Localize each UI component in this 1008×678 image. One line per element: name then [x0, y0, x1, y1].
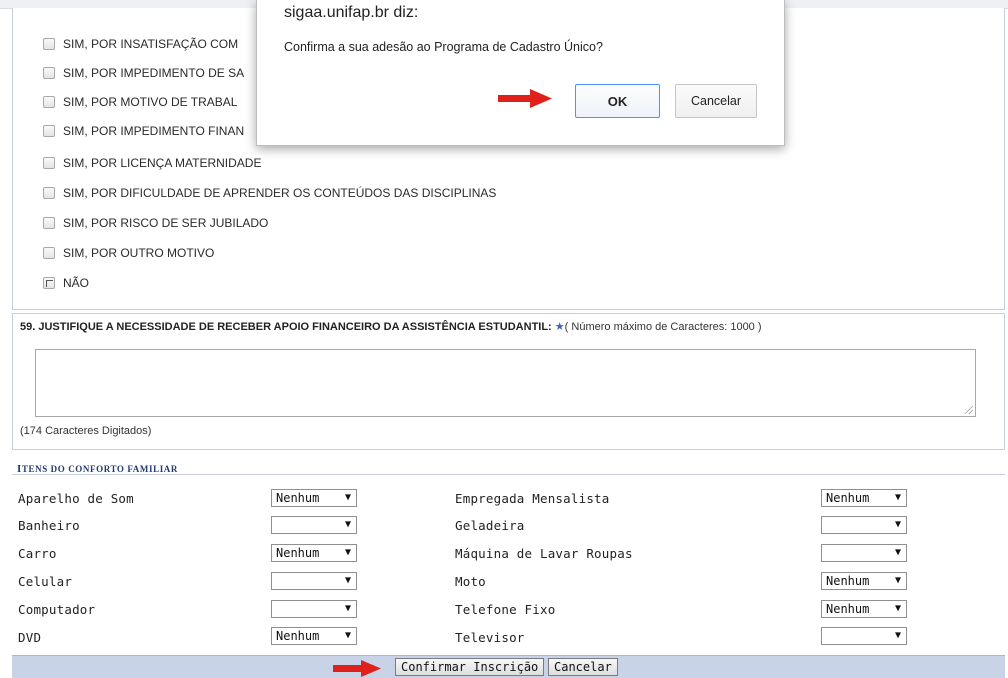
option-label: SIM, POR LICENÇA MATERNIDADE — [63, 156, 262, 170]
option-label: NÃO — [63, 276, 90, 290]
option-dificuldade-aprender[interactable]: SIM, POR DIFICULDADE DE APRENDER OS CONT… — [43, 184, 496, 202]
option-licenca-maternidade[interactable]: SIM, POR LICENÇA MATERNIDADE — [43, 154, 261, 172]
option-impedimento-financeiro[interactable]: SIM, POR IMPEDIMENTO FINAN — [43, 122, 244, 140]
dropdown-arrow-icon: ▼ — [344, 575, 351, 586]
dropdown-arrow-icon: ▼ — [894, 630, 901, 641]
character-count: (174 Caracteres Digitados) — [20, 425, 152, 437]
option-impedimento-saude[interactable]: SIM, POR IMPEDIMENTO DE SA — [43, 64, 244, 82]
item-label: Moto — [455, 574, 486, 589]
section-title-rest: TENS DO CONFORTO FAMILIAR — [21, 464, 179, 474]
confirm-dialog: sigaa.unifap.br diz: Confirma a sua ades… — [256, 0, 785, 146]
checkbox[interactable] — [43, 125, 55, 137]
question-59-text: 59. JUSTIFIQUE A NECESSIDADE DE RECEBER … — [20, 321, 552, 333]
item-label: Máquina de Lavar Roupas — [455, 546, 633, 561]
item-label: Celular — [18, 574, 73, 589]
option-label: SIM, POR IMPEDIMENTO FINAN — [63, 124, 245, 138]
item-label: Geladeira — [455, 518, 525, 533]
item-label: Telefone Fixo — [455, 602, 556, 617]
checkbox[interactable] — [43, 157, 55, 169]
checkbox[interactable] — [43, 67, 55, 79]
confirm-inscription-button[interactable]: Confirmar Inscrição — [395, 658, 545, 676]
select-moto[interactable]: Nenhum ▼ — [821, 572, 907, 590]
dropdown-arrow-icon: ▼ — [344, 603, 351, 614]
option-label: SIM, POR MOTIVO DE TRABAL — [63, 95, 238, 109]
select-dvd[interactable]: Nenhum ▼ — [271, 627, 357, 645]
option-label: SIM, POR OUTRO MOTIVO — [63, 246, 215, 260]
max-chars-note: ( Número máximo de Caracteres: 1000 ) — [564, 321, 762, 333]
dialog-message: Confirma a sua adesão ao Programa de Cad… — [284, 40, 603, 54]
question-59-panel: 59. JUSTIFIQUE A NECESSIDADE DE RECEBER … — [12, 313, 1005, 450]
item-label: Aparelho de Som — [18, 491, 134, 506]
select-value: Nenhum — [826, 602, 870, 616]
dropdown-arrow-icon: ▼ — [894, 519, 901, 530]
checkbox[interactable] — [43, 247, 55, 259]
select-aparelho-de-som[interactable]: Nenhum ▼ — [271, 489, 357, 507]
option-outro-motivo[interactable]: SIM, POR OUTRO MOTIVO — [43, 244, 214, 262]
footer-cancel-button[interactable]: Cancelar — [548, 658, 618, 676]
select-value: Nenhum — [826, 574, 870, 588]
option-label: SIM, POR RISCO DE SER JUBILADO — [63, 216, 269, 230]
dropdown-arrow-icon: ▼ — [894, 575, 901, 586]
select-value: Nenhum — [276, 629, 320, 643]
select-geladeira[interactable]: ▼ — [821, 516, 907, 534]
option-label: SIM, POR INSATISFAÇÃO COM — [63, 37, 239, 51]
section-divider — [12, 474, 1005, 475]
select-televisor[interactable]: ▼ — [821, 627, 907, 645]
dropdown-arrow-icon: ▼ — [344, 547, 351, 558]
checkbox[interactable] — [43, 38, 55, 50]
dropdown-arrow-icon: ▼ — [344, 492, 351, 503]
dropdown-arrow-icon: ▼ — [894, 603, 901, 614]
question-59-title: 59. JUSTIFIQUE A NECESSIDADE DE RECEBER … — [20, 320, 762, 333]
dropdown-arrow-icon: ▼ — [894, 492, 901, 503]
option-label: SIM, POR DIFICULDADE DE APRENDER OS CONT… — [63, 186, 497, 200]
checkbox[interactable] — [43, 277, 55, 289]
checkbox[interactable] — [43, 217, 55, 229]
dropdown-arrow-icon: ▼ — [344, 519, 351, 530]
option-risco-jubilado[interactable]: SIM, POR RISCO DE SER JUBILADO — [43, 214, 268, 232]
option-motivo-trabalho[interactable]: SIM, POR MOTIVO DE TRABAL — [43, 93, 237, 111]
dialog-ok-button[interactable]: OK — [575, 84, 660, 118]
select-value: Nenhum — [276, 491, 320, 505]
item-label: DVD — [18, 630, 42, 645]
option-insatisfacao[interactable]: SIM, POR INSATISFAÇÃO COM — [43, 35, 238, 53]
justification-textarea[interactable] — [35, 349, 976, 417]
select-celular[interactable]: ▼ — [271, 572, 357, 590]
dropdown-arrow-icon: ▼ — [344, 630, 351, 641]
select-carro[interactable]: Nenhum ▼ — [271, 544, 357, 562]
select-maquina-de-lavar[interactable]: ▼ — [821, 544, 907, 562]
item-label: Banheiro — [18, 518, 80, 533]
select-value: Nenhum — [826, 491, 870, 505]
dialog-cancel-button[interactable]: Cancelar — [675, 84, 757, 118]
select-telefone-fixo[interactable]: Nenhum ▼ — [821, 600, 907, 618]
resize-handle-icon[interactable] — [965, 406, 973, 414]
item-label: Televisor — [455, 630, 525, 645]
red-arrow-icon — [498, 89, 552, 108]
option-label: SIM, POR IMPEDIMENTO DE SA — [63, 66, 245, 80]
option-nao[interactable]: NÃO — [43, 274, 89, 292]
select-value: Nenhum — [276, 546, 320, 560]
dialog-title: sigaa.unifap.br diz: — [284, 4, 419, 21]
required-star-icon: ★ — [554, 321, 565, 333]
select-computador[interactable]: ▼ — [271, 600, 357, 618]
item-label: Carro — [18, 546, 57, 561]
dropdown-arrow-icon: ▼ — [894, 547, 901, 558]
item-label: Empregada Mensalista — [455, 491, 610, 506]
item-label: Computador — [18, 602, 96, 617]
red-arrow-icon — [333, 660, 381, 677]
select-banheiro[interactable]: ▼ — [271, 516, 357, 534]
select-empregada-mensalista[interactable]: Nenhum ▼ — [821, 489, 907, 507]
checkbox[interactable] — [43, 187, 55, 199]
checkbox[interactable] — [43, 96, 55, 108]
